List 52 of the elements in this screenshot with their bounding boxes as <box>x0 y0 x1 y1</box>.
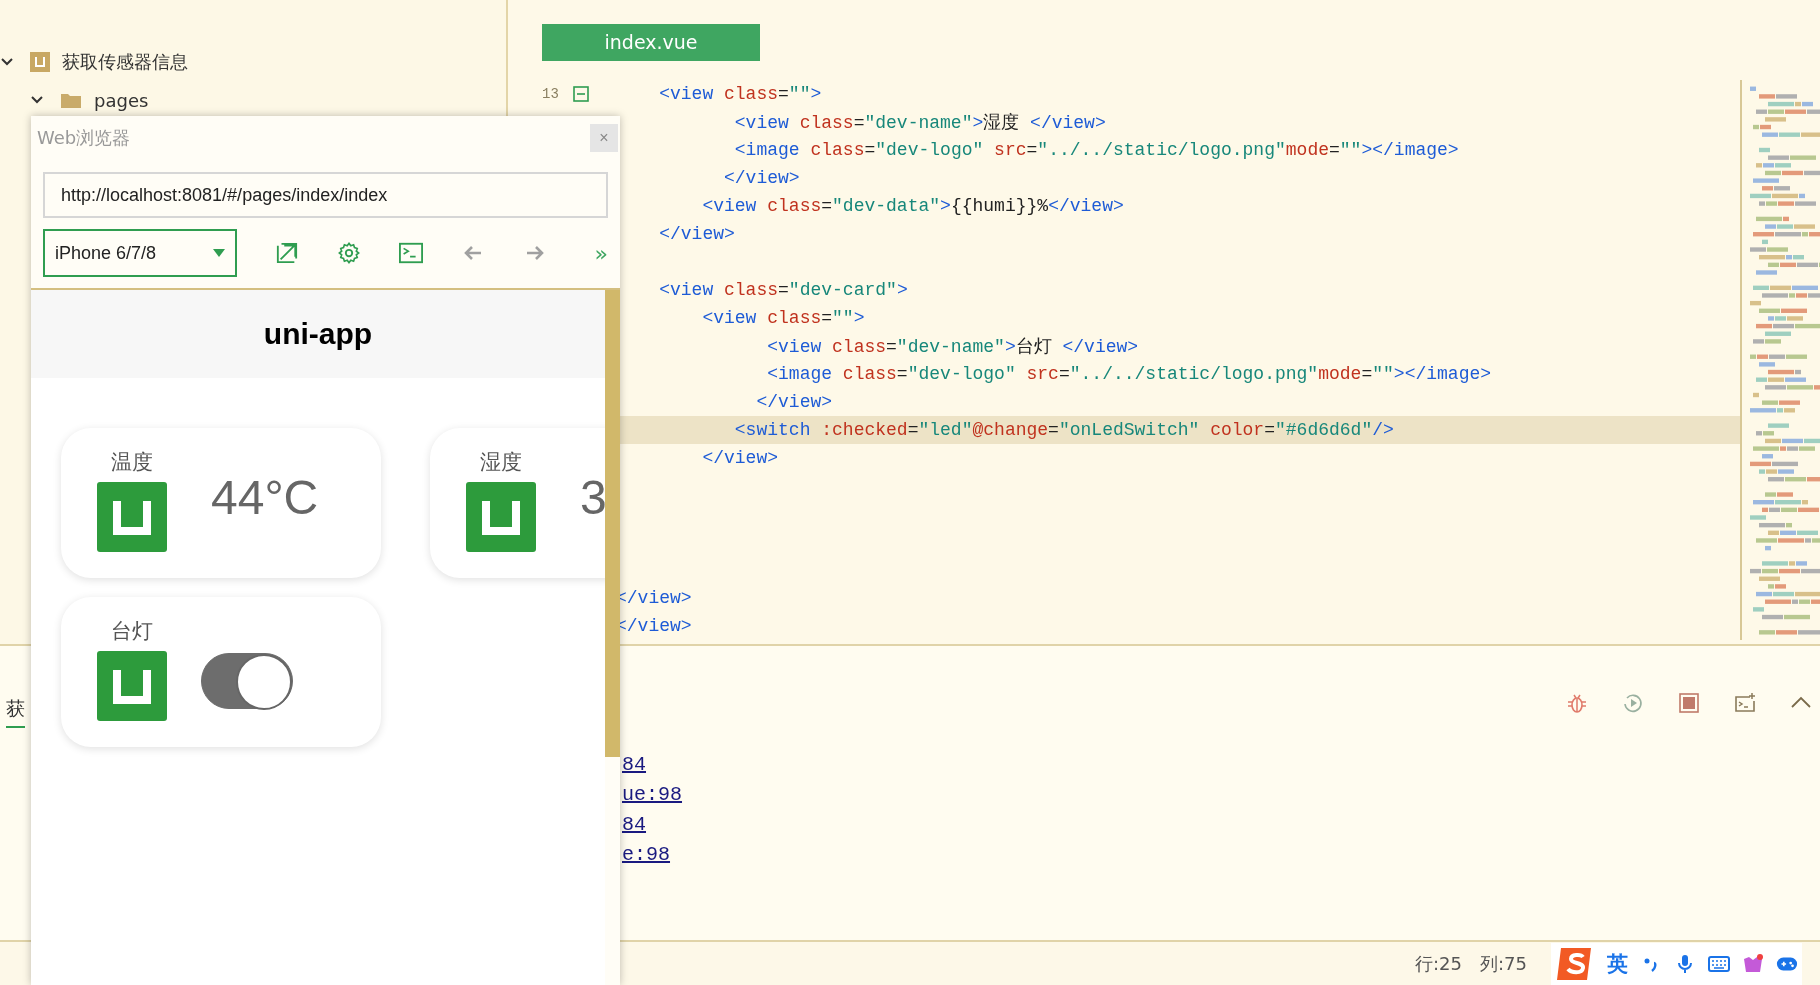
device-name: 台灯 <box>111 618 153 645</box>
external-link-icon[interactable] <box>275 242 299 264</box>
scrollbar[interactable] <box>605 290 620 757</box>
sensor-value: 44°C <box>211 470 319 526</box>
code-line: </view> <box>723 168 800 188</box>
code-line: <view class=""> <box>701 308 865 328</box>
caret-icon <box>213 249 225 257</box>
console-tab[interactable]: 获 <box>6 695 25 728</box>
app-logo-icon <box>97 651 167 721</box>
app-logo-icon <box>466 482 536 552</box>
code-line: <view class="dev-card"> <box>658 280 908 300</box>
sensor-value: 3 <box>580 470 605 526</box>
column-position: 列:75 <box>1479 951 1527 976</box>
folder-icon <box>60 91 82 109</box>
line-number: 13 <box>542 86 559 102</box>
page-title: uni-app <box>263 317 373 351</box>
settings-icon[interactable] <box>337 242 361 264</box>
url-field[interactable]: http://localhost:8081/#/pages/index/index <box>43 172 608 218</box>
source-link[interactable]: e:98 <box>622 839 670 870</box>
code-line: <view class="dev-name">台灯 </view> <box>766 336 1139 358</box>
device-name: 温度 <box>111 449 153 476</box>
skin-icon[interactable] <box>1741 953 1764 974</box>
source-link[interactable]: ue:98 <box>622 779 682 810</box>
code-line: </view> <box>658 224 735 244</box>
code-line: <image class="dev-logo" src="../../static/logo.png"mode=""></image> <box>766 364 1492 384</box>
project-icon <box>30 52 50 72</box>
terminal-icon[interactable] <box>399 242 423 264</box>
code-line: </view> <box>616 616 692 636</box>
app-logo-icon <box>97 482 167 552</box>
tree-item[interactable]: 获取传感器信息 <box>0 47 188 77</box>
code-line: </view> <box>616 588 692 608</box>
code-line: <view class=""> <box>658 84 822 104</box>
source-link[interactable]: 84 <box>622 749 646 780</box>
new-terminal-icon[interactable] <box>1734 691 1756 714</box>
code-line: <image class="dev-logo" src="../../static/logo.png"mode=""></image> <box>733 140 1459 160</box>
stop-icon[interactable] <box>1678 691 1700 714</box>
fold-icon[interactable] <box>572 86 589 102</box>
tree-item[interactable]: pages <box>0 85 149 115</box>
code-line: <view class="dev-name">湿度 </view> <box>733 112 1106 134</box>
input-mode-label[interactable]: 英 <box>1606 949 1628 978</box>
device-name: 湿度 <box>480 449 522 476</box>
code-line: <switch :checked="led"@change="onLedSwitch" color="#6d6d6d"/> <box>733 420 1394 440</box>
toggle-switch[interactable] <box>201 653 293 709</box>
window-title: Web浏览器 <box>37 126 131 150</box>
keyboard-icon[interactable] <box>1707 953 1730 974</box>
line-position: 行:25 <box>1415 951 1462 976</box>
code-line: </view> <box>755 392 833 412</box>
code-line: </view> <box>701 448 779 468</box>
source-link[interactable]: 84 <box>622 809 646 840</box>
code-line: <view class="dev-data">{{humi}}%</view> <box>701 196 1124 216</box>
minimap-drawing[interactable] <box>1740 80 1820 640</box>
device-dropdown[interactable]: iPhone 6/7/8 <box>43 229 237 277</box>
